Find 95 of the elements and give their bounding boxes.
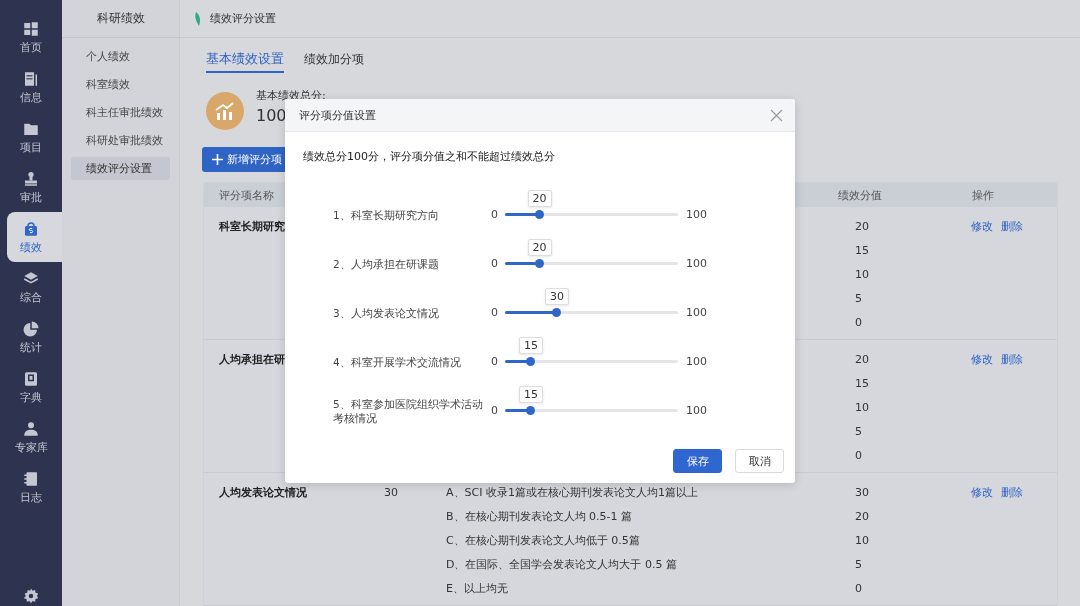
slider-max: 100 (685, 404, 708, 417)
slider-label: 5、科室参加医院组织学术活动考核情况 (333, 396, 484, 425)
submenu-item[interactable]: 科室绩效 (71, 73, 170, 96)
slider-thumb[interactable] (526, 406, 536, 415)
action-link[interactable]: 删除 (1001, 220, 1023, 234)
slider-max: 100 (685, 355, 708, 368)
table-cell: B、在核心期刊发表论文人均 0.5-1 篇 (446, 510, 632, 524)
nav-icon (22, 469, 40, 488)
slider-min: 0 (491, 404, 499, 417)
settings-icon[interactable] (22, 587, 40, 605)
table-cell: 10 (855, 534, 869, 548)
nav-icon (22, 169, 40, 188)
chart-icon (206, 92, 244, 130)
table-cell: 15 (855, 244, 869, 258)
slider-thumb[interactable] (535, 259, 545, 268)
table-cell: 30 (855, 486, 869, 500)
value-tooltip: 15 (518, 337, 543, 354)
nav-item[interactable]: 审批 (7, 162, 62, 212)
nav-item[interactable]: 首页 (7, 12, 62, 62)
slider-max: 100 (685, 257, 708, 270)
table-cell: A、SCI 收录1篇或在核心期刊发表论文人均1篇以上 (446, 486, 698, 500)
table-cell: 0 (855, 582, 862, 596)
slider-label: 1、科室长期研究方向 (333, 207, 440, 222)
cancel-button[interactable]: 取消 (735, 449, 784, 473)
nav-icon (22, 369, 40, 388)
slider-label: 3、人均发表论文情况 (333, 305, 440, 320)
save-button[interactable]: 保存 (673, 449, 722, 473)
value-tooltip: 20 (527, 239, 552, 256)
nav-icon (22, 419, 40, 438)
action-link[interactable]: 修改 (971, 220, 993, 234)
nav-item[interactable]: 绩效 (7, 212, 62, 262)
slider-label: 2、人均承担在研课题 (333, 256, 440, 271)
submenu-item[interactable]: 科主任审批绩效 (71, 101, 170, 124)
tab[interactable]: 绩效加分项 (304, 50, 364, 73)
nav-item[interactable]: 专家库 (7, 412, 62, 462)
nav-item[interactable]: 日志 (7, 462, 62, 512)
table-cell: 0 (855, 449, 862, 463)
table-cell: 5 (855, 425, 862, 439)
slider-thumb[interactable] (535, 210, 545, 219)
tab[interactable]: 基本绩效设置 (206, 50, 284, 73)
table-cell: 20 (855, 220, 869, 234)
table-cell: 人均发表论文情况 (219, 486, 307, 500)
slider-thumb[interactable] (526, 357, 536, 366)
action-link[interactable]: 删除 (1001, 486, 1023, 500)
nav-item[interactable]: 项目 (7, 112, 62, 162)
action-link[interactable]: 修改 (971, 353, 993, 367)
submenu-item[interactable]: 个人绩效 (71, 45, 170, 68)
notice-text: 绩效总分100分，评分项分值之和不能超过绩效总分 (302, 149, 556, 164)
nav-item[interactable]: 综合 (7, 262, 62, 312)
table-cell: 0 (855, 316, 862, 330)
nav-icon (22, 219, 40, 238)
slider-min: 0 (491, 306, 499, 319)
breadcrumb: 绩效评分设置 (210, 11, 276, 26)
table-cell: 5 (855, 558, 862, 572)
plus-icon (212, 154, 223, 165)
column-header: 评分项名称 (218, 187, 275, 203)
slider-min: 0 (491, 257, 499, 270)
action-link[interactable]: 删除 (1001, 353, 1023, 367)
action-link[interactable]: 修改 (971, 486, 993, 500)
column-header: 绩效分值 (837, 187, 883, 203)
dialog-title: 评分项分值设置 (299, 107, 376, 123)
nav-item[interactable]: 字典 (7, 362, 62, 412)
table-cell: 15 (855, 377, 869, 391)
table-cell: 20 (855, 510, 869, 524)
table-cell: E、以上均无 (446, 582, 508, 596)
table-cell: 10 (855, 401, 869, 415)
table-cell: 30 (384, 486, 398, 500)
value-tooltip: 30 (544, 288, 569, 305)
value-tooltip: 20 (527, 190, 552, 207)
submenu-item[interactable]: 科研处审批绩效 (71, 129, 170, 152)
slider-label: 4、科室开展学术交流情况 (333, 354, 462, 369)
nav-icon (22, 19, 40, 38)
nav-icon (22, 319, 40, 338)
slider-max: 100 (685, 306, 708, 319)
slider-min: 0 (491, 355, 499, 368)
table-cell: 5 (855, 292, 862, 306)
table-cell: 20 (855, 353, 869, 367)
leaf-icon (194, 11, 202, 26)
slider-max: 100 (685, 208, 708, 221)
table-cell: 人均承担在研 (219, 353, 285, 367)
slider-min: 0 (491, 208, 499, 221)
nav-item[interactable]: 信息 (7, 62, 62, 112)
value-tooltip: 15 (518, 386, 543, 403)
nav-icon (22, 69, 40, 88)
slider-thumb[interactable] (552, 308, 562, 317)
table-cell: D、在国际、全国学会发表论文人均大于 0.5 篇 (446, 558, 677, 572)
submenu-title: 科研绩效 (62, 0, 179, 38)
column-header: 操作 (971, 187, 995, 203)
close-icon[interactable] (770, 108, 783, 122)
submenu-item[interactable]: 绩效评分设置 (71, 157, 170, 180)
nav-item[interactable]: 统计 (7, 312, 62, 362)
table-cell: 科室长期研究 (219, 220, 285, 234)
table-cell: 10 (855, 268, 869, 282)
total-value: 100 (256, 105, 287, 127)
table-cell: C、在核心期刊发表论文人均低于 0.5篇 (446, 534, 640, 548)
